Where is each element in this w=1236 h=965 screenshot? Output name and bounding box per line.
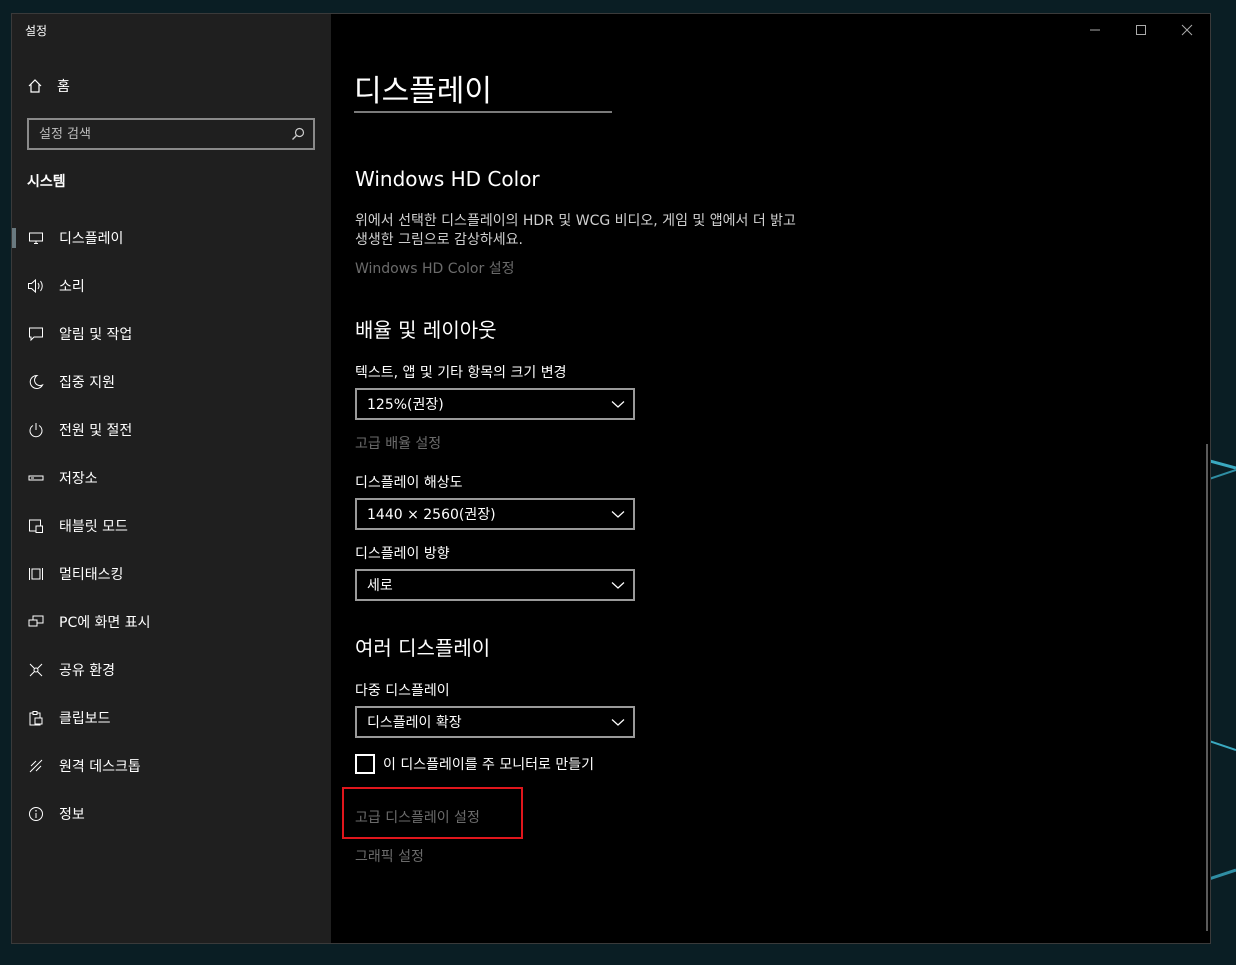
- home-icon: [28, 79, 42, 93]
- chevron-down-icon: [611, 719, 625, 726]
- hdr-heading: Windows HD Color: [355, 167, 540, 191]
- resolution-dropdown[interactable]: 1440 × 2560(권장): [355, 498, 635, 530]
- sidebar: 설정 홈 시스템 디스플레이: [12, 14, 331, 943]
- sidebar-item-label: 태블릿 모드: [59, 519, 128, 535]
- search-input[interactable]: [29, 125, 291, 143]
- multi-display-label: 다중 디스플레이: [355, 683, 450, 699]
- storage-icon: [27, 469, 45, 487]
- speaker-icon: [27, 277, 45, 295]
- main-content: 디스플레이 Windows HD Color 위에서 선택한 디스플레이의 HD…: [331, 14, 1210, 943]
- moon-icon: [27, 373, 45, 391]
- hdr-settings-link[interactable]: Windows HD Color 설정: [355, 258, 514, 278]
- settings-window: 설정 홈 시스템 디스플레이: [11, 13, 1211, 944]
- sidebar-item-multitasking[interactable]: 멀티태스킹: [12, 550, 331, 598]
- sidebar-section-label: 시스템: [27, 174, 66, 190]
- sidebar-item-label: 클립보드: [59, 711, 111, 727]
- resolution-value: 1440 × 2560(권장): [367, 507, 496, 523]
- sidebar-item-sound[interactable]: 소리: [12, 262, 331, 310]
- chevron-down-icon: [611, 511, 625, 518]
- text-size-value: 125%(권장): [367, 397, 444, 413]
- home-nav-item[interactable]: 홈: [27, 76, 70, 96]
- sidebar-item-about[interactable]: 정보: [12, 790, 331, 838]
- sidebar-item-shared-experiences[interactable]: 공유 환경: [12, 646, 331, 694]
- sidebar-item-focus-assist[interactable]: 집중 지원: [12, 358, 331, 406]
- sidebar-item-project-to-pc[interactable]: PC에 화면 표시: [12, 598, 331, 646]
- monitor-icon: [27, 229, 45, 247]
- text-size-label: 텍스트, 앱 및 기타 항목의 크기 변경: [355, 365, 567, 381]
- advanced-display-settings-link[interactable]: 고급 디스플레이 설정: [355, 807, 480, 827]
- app-title: 설정: [25, 24, 48, 38]
- sidebar-item-label: 전원 및 절전: [59, 423, 133, 439]
- orientation-value: 세로: [367, 578, 393, 594]
- main-display-checkbox-label: 이 디스플레이를 주 모니터로 만들기: [383, 757, 594, 773]
- sidebar-item-label: 알림 및 작업: [59, 327, 133, 343]
- sidebar-item-label: 디스플레이: [59, 231, 124, 247]
- home-label: 홈: [57, 79, 70, 95]
- sidebar-item-label: PC에 화면 표시: [59, 615, 151, 631]
- page-title: 디스플레이: [354, 74, 492, 109]
- sidebar-item-label: 정보: [59, 807, 85, 823]
- multitask-icon: [27, 565, 45, 583]
- sidebar-item-label: 소리: [59, 279, 85, 295]
- multiple-displays-heading: 여러 디스플레이: [355, 636, 491, 660]
- scrollbar[interactable]: [1206, 444, 1208, 931]
- sidebar-item-remote-desktop[interactable]: 원격 데스크톱: [12, 742, 331, 790]
- advanced-scaling-link[interactable]: 고급 배율 설정: [355, 433, 441, 453]
- chevron-down-icon: [611, 401, 625, 408]
- sidebar-item-clipboard[interactable]: 클립보드: [12, 694, 331, 742]
- sidebar-item-label: 공유 환경: [59, 663, 115, 679]
- sidebar-item-storage[interactable]: 저장소: [12, 454, 331, 502]
- multi-display-dropdown[interactable]: 디스플레이 확장: [355, 706, 635, 738]
- orientation-dropdown[interactable]: 세로: [355, 569, 635, 601]
- text-size-dropdown[interactable]: 125%(권장): [355, 388, 635, 420]
- search-box[interactable]: [27, 118, 315, 150]
- main-display-checkbox-row[interactable]: 이 디스플레이를 주 모니터로 만들기: [355, 754, 594, 774]
- notification-icon: [27, 325, 45, 343]
- chevron-down-icon: [611, 582, 625, 589]
- sidebar-item-power[interactable]: 전원 및 절전: [12, 406, 331, 454]
- tablet-icon: [27, 517, 45, 535]
- resolution-label: 디스플레이 해상도: [355, 475, 463, 491]
- clipboard-icon: [27, 709, 45, 727]
- share-icon: [27, 661, 45, 679]
- scale-layout-heading: 배율 및 레이아웃: [355, 318, 497, 342]
- project-icon: [27, 613, 45, 631]
- search-icon: [292, 127, 305, 140]
- power-icon: [27, 421, 45, 439]
- multi-display-value: 디스플레이 확장: [367, 715, 462, 731]
- graphics-settings-link[interactable]: 그래픽 설정: [355, 846, 424, 866]
- sidebar-item-display[interactable]: 디스플레이: [12, 214, 331, 262]
- sidebar-item-label: 집중 지원: [59, 375, 115, 391]
- sidebar-item-notifications[interactable]: 알림 및 작업: [12, 310, 331, 358]
- info-icon: [27, 805, 45, 823]
- hdr-description: 위에서 선택한 디스플레이의 HDR 및 WCG 비디오, 게임 및 앱에서 더…: [355, 213, 796, 248]
- sidebar-item-label: 원격 데스크톱: [59, 759, 141, 775]
- remote-desktop-icon: [27, 757, 45, 775]
- sidebar-item-label: 저장소: [59, 471, 98, 487]
- orientation-label: 디스플레이 방향: [355, 546, 450, 562]
- sidebar-item-label: 멀티태스킹: [59, 567, 124, 583]
- sidebar-nav: 디스플레이 소리 알림 및 작업 집중 지원 전원 및 절전 저장소 태블릿 모…: [12, 214, 331, 838]
- main-display-checkbox[interactable]: [355, 754, 375, 774]
- title-divider: [354, 111, 612, 113]
- sidebar-item-tablet-mode[interactable]: 태블릿 모드: [12, 502, 331, 550]
